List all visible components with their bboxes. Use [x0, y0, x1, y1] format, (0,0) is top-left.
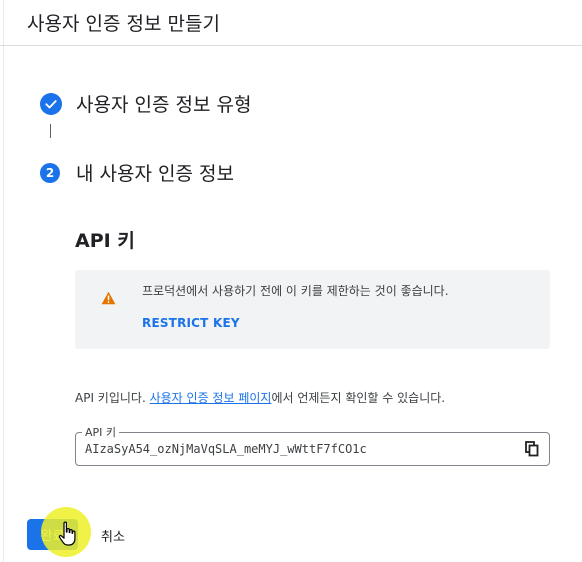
step-number-badge: 2: [40, 162, 60, 183]
info-prefix: API 키입니다.: [75, 391, 150, 405]
hand-cursor-icon: [58, 521, 78, 551]
step-my-credentials: 2 내 사용자 인증 정보: [40, 159, 234, 186]
restrict-key-button[interactable]: RESTRICT KEY: [142, 316, 240, 330]
left-divider: [3, 0, 4, 562]
warning-banner: 프로덕션에서 사용하기 전에 이 키를 제한하는 것이 좋습니다. RESTRI…: [75, 270, 550, 349]
dialog-header: 사용자 인증 정보 만들기: [0, 0, 582, 46]
section-title: API 키: [75, 230, 135, 252]
info-text: API 키입니다. 사용자 인증 정보 페이지에서 언제든지 확인할 수 있습니…: [75, 389, 445, 406]
credentials-page-link[interactable]: 사용자 인증 정보 페이지: [150, 391, 272, 405]
warning-icon: [101, 290, 116, 309]
cancel-button[interactable]: 취소: [101, 526, 125, 545]
step-connector: [50, 124, 51, 138]
check-icon: [40, 92, 62, 115]
step-label: 내 사용자 인증 정보: [76, 163, 234, 185]
copy-icon[interactable]: [525, 441, 539, 461]
info-suffix: 에서 언제든지 확인할 수 있습니다.: [271, 391, 446, 405]
step-label: 사용자 인증 정보 유형: [76, 94, 252, 116]
api-key-value[interactable]: AIzaSyA54_ozNjMaVqSLA_meMYJ_wWttF7fCO1c: [85, 442, 367, 456]
step-credential-type[interactable]: 사용자 인증 정보 유형: [40, 90, 251, 117]
api-key-label: API 키: [82, 424, 120, 440]
page-title: 사용자 인증 정보 만들기: [27, 13, 220, 35]
api-key-field[interactable]: API 키 AIzaSyA54_ozNjMaVqSLA_meMYJ_wWttF7…: [75, 424, 550, 466]
warning-text: 프로덕션에서 사용하기 전에 이 키를 제한하는 것이 좋습니다.: [142, 284, 449, 298]
